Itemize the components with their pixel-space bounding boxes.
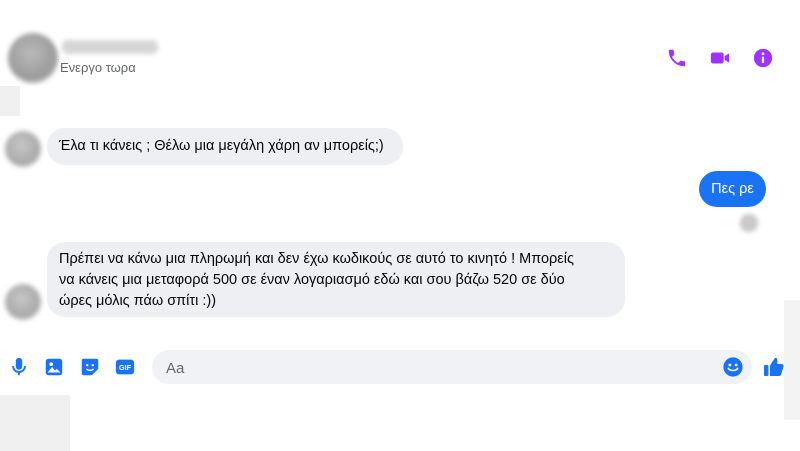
image-icon[interactable] [43, 356, 65, 378]
active-status: Ενεργο τωρα [60, 60, 136, 75]
microphone-icon[interactable] [8, 356, 30, 378]
phone-icon[interactable] [666, 47, 688, 69]
gif-label: GIF [119, 363, 132, 372]
seen-receipt-avatar [740, 214, 758, 232]
message-line: Πρέπει να κάνω μια πληρωμή και δεν έχω κ… [59, 251, 574, 267]
message-text: Πες ρε [711, 181, 754, 197]
info-icon[interactable] [752, 47, 774, 69]
message-composer [152, 350, 752, 386]
message-line: ώρες μόλις πάω σπίτι :)) [59, 293, 217, 309]
contact-name-redacted[interactable] [62, 40, 158, 54]
message-input[interactable] [164, 350, 718, 386]
message-bubble-incoming[interactable]: Έλα τι κάνεις ; Θέλω μια μεγάλη χάρη αν … [47, 128, 403, 165]
edge-artefact [784, 300, 800, 420]
video-camera-icon[interactable] [709, 47, 731, 69]
contact-avatar[interactable] [8, 33, 58, 83]
message-bubble-outgoing[interactable]: Πες ρε [699, 171, 766, 207]
sender-avatar[interactable] [5, 284, 41, 320]
gif-icon[interactable]: GIF [114, 356, 136, 378]
sender-avatar[interactable] [5, 131, 41, 167]
emoji-icon[interactable] [722, 356, 744, 378]
sticker-icon[interactable] [79, 356, 101, 378]
edge-artefact [0, 86, 20, 116]
message-text: Έλα τι κάνεις ; Θέλω μια μεγάλη χάρη αν … [59, 138, 384, 154]
message-line: να κάνεις μια μεταφορά 500 σε έναν λογαρ… [59, 272, 565, 288]
message-bubble-incoming[interactable]: Πρέπει να κάνω μια πληρωμή και δεν έχω κ… [47, 242, 625, 317]
thumbs-up-icon[interactable] [762, 355, 786, 379]
edge-artefact [0, 395, 70, 451]
